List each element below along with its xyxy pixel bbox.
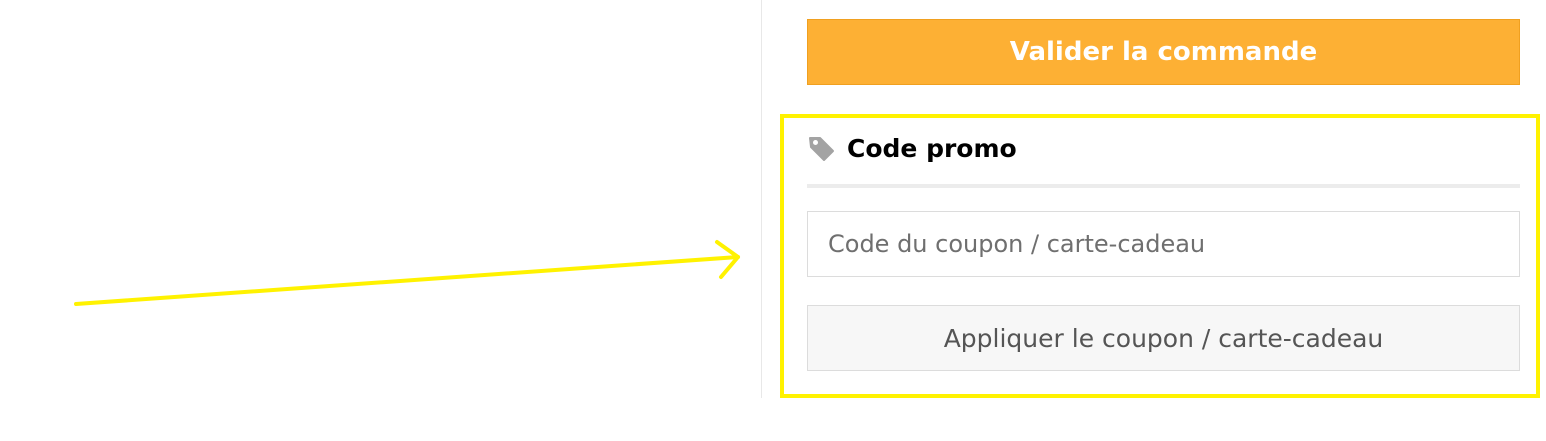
validate-order-button[interactable]: Valider la commande [807, 19, 1520, 85]
panel-divider [761, 0, 762, 398]
promo-divider [807, 184, 1520, 188]
arrow-right-icon [74, 240, 740, 306]
checkout-page: Valider la commande Code promo Appliquer… [0, 0, 1546, 441]
coupon-code-input[interactable] [807, 211, 1520, 277]
promo-header: Code promo [807, 128, 1017, 168]
promo-title: Code promo [847, 133, 1017, 163]
tag-icon [807, 134, 835, 162]
apply-coupon-button[interactable]: Appliquer le coupon / carte-cadeau [807, 305, 1520, 371]
